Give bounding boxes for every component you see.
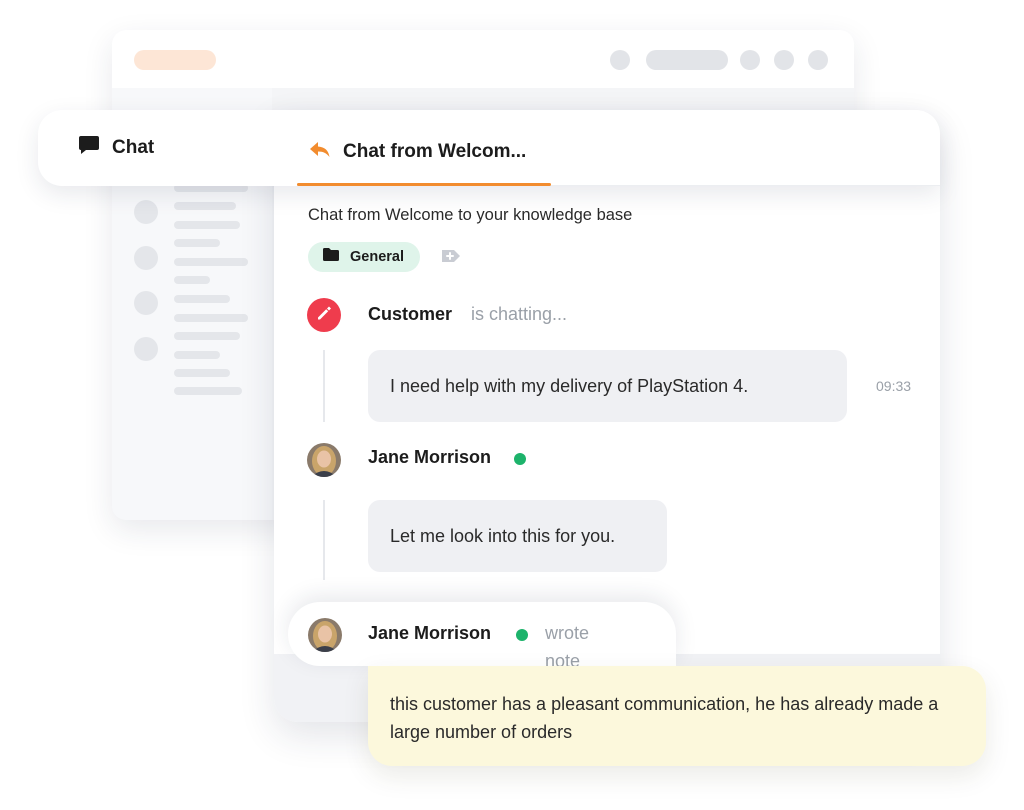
topbar-dot <box>774 50 794 70</box>
skeleton-avatar <box>134 246 158 270</box>
add-tag-icon <box>440 250 462 269</box>
tab-active-underline <box>297 183 551 186</box>
topbar-dot <box>740 50 760 70</box>
skeleton-line <box>174 258 248 266</box>
skeleton-line <box>174 351 220 359</box>
typing-status: is chatting... <box>471 304 568 324</box>
message-sender: Customer <box>368 304 453 324</box>
topbar-dot <box>808 50 828 70</box>
message-bubble: Let me look into this for you. <box>368 500 667 572</box>
avatar <box>307 443 341 477</box>
skeleton-line <box>174 314 248 322</box>
thread-line <box>323 500 325 580</box>
skeleton-line <box>174 332 240 340</box>
skeleton-line <box>174 239 220 247</box>
chat-bubble-icon <box>78 135 100 160</box>
tab-chat-from-welcome[interactable]: Chat from Welcom... <box>297 110 551 186</box>
message-timestamp: 09:33 <box>876 378 912 394</box>
message-text: I need help with my delivery of PlayStat… <box>390 375 749 396</box>
topbar-placeholder-pill <box>134 50 216 70</box>
topbar-placeholder-pill <box>646 50 728 70</box>
message-bubble: I need help with my delivery of PlayStat… <box>368 350 847 422</box>
folder-icon <box>322 247 340 267</box>
tag-label: General <box>350 249 404 265</box>
note-text: this customer has a pleasant communicati… <box>390 694 939 742</box>
message-sender: Jane Morrison <box>368 447 492 467</box>
customer-avatar <box>307 298 341 332</box>
skeleton-line <box>174 387 242 395</box>
tab-active-label: Chat from Welcom... <box>343 140 527 162</box>
online-status-dot <box>516 629 528 641</box>
skeleton-avatar <box>134 291 158 315</box>
tab-chat-label: Chat <box>112 136 155 158</box>
online-status-dot <box>514 453 526 465</box>
skeleton-line <box>174 221 240 229</box>
topbar-dot <box>610 50 630 70</box>
note-card: this customer has a pleasant communicati… <box>368 666 986 766</box>
note-sender: Jane Morrison <box>368 623 492 643</box>
tab-bar: Chat Chat from Welcom... <box>38 110 940 186</box>
note-action: wrote <box>545 623 590 643</box>
note-header: Jane Morrison wrote note <box>288 602 676 671</box>
tag-general[interactable]: General <box>308 242 420 272</box>
avatar <box>308 618 342 652</box>
conversation-subject: Chat from Welcome to your knowledge base <box>308 206 633 224</box>
thread-line <box>323 350 325 422</box>
skeleton-line <box>174 276 210 284</box>
add-tag-button[interactable] <box>440 247 462 270</box>
background-topbar <box>112 30 854 88</box>
skeleton-line <box>174 202 236 210</box>
skeleton-avatar <box>134 337 158 361</box>
message-text: Let me look into this for you. <box>390 525 616 546</box>
tab-chat[interactable]: Chat <box>78 135 154 160</box>
skeleton-line <box>174 369 230 377</box>
skeleton-avatar <box>134 200 158 224</box>
skeleton-line <box>174 295 230 303</box>
reply-arrow-icon <box>309 140 331 163</box>
pencil-icon <box>316 305 332 326</box>
